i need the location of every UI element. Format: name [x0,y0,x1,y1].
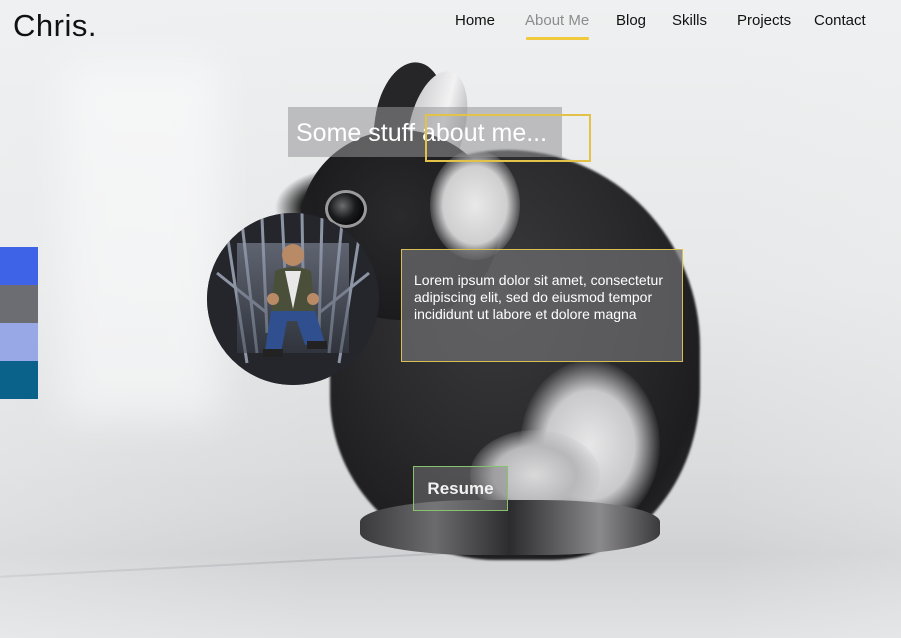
color-swatch-light-blue[interactable] [0,323,38,361]
bio-card: Lorem ipsum dolor sit amet, consectetur … [401,249,683,362]
profile-photo-icon [207,213,379,385]
color-swatch-gray[interactable] [0,285,38,323]
profile-photo [207,213,379,385]
active-nav-underline [526,37,589,40]
nav-contact[interactable]: Contact [814,12,866,29]
nav-projects[interactable]: Projects [737,12,791,29]
color-swatch-teal[interactable] [0,361,38,399]
color-swatch-blue[interactable] [0,247,38,285]
nav-blog[interactable]: Blog [616,12,646,29]
resume-button[interactable]: Resume [413,466,508,511]
nav-about-me[interactable]: About Me [525,12,589,29]
nav-skills[interactable]: Skills [672,12,707,29]
bio-text: Lorem ipsum dolor sit amet, consectetur … [414,272,663,322]
nav-home[interactable]: Home [455,12,495,29]
main-nav: Home About Me Blog Skills Projects Conta… [0,12,901,42]
heading-frame [425,114,591,162]
